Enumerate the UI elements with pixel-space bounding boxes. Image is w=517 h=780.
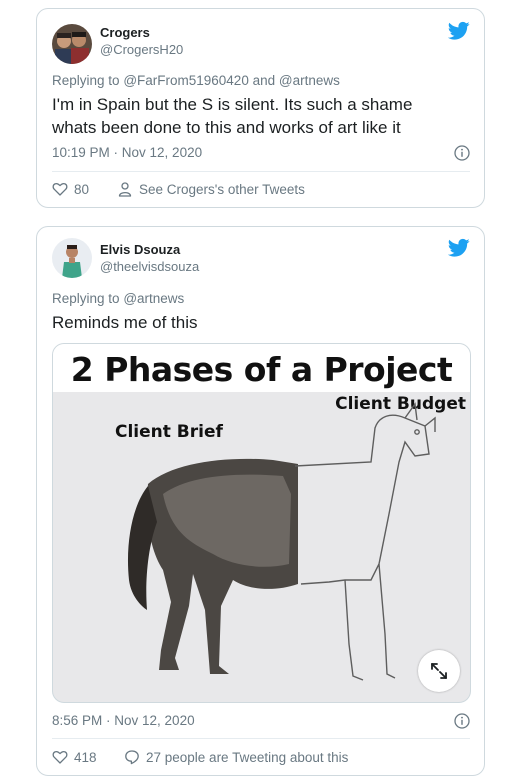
author-handle[interactable]: @CrogersH20 xyxy=(100,42,183,57)
info-icon[interactable] xyxy=(454,145,470,161)
like-button[interactable]: 80 xyxy=(52,181,89,197)
author-handle[interactable]: @theelvisdsouza xyxy=(100,259,199,274)
tweet-card[interactable]: Elvis Dsouza @theelvisdsouza Replying to… xyxy=(36,226,485,776)
expand-icon xyxy=(431,663,447,679)
mention-link[interactable]: @artnews xyxy=(279,73,340,88)
other-tweets-label: See Crogers's other Tweets xyxy=(139,181,305,197)
like-button[interactable]: 418 xyxy=(52,749,97,765)
reply-context: Replying to @FarFrom51960420 and @artnew… xyxy=(52,73,340,88)
author-name[interactable]: Crogers xyxy=(100,25,150,40)
tweet-text-line: whats been done to this and works of art… xyxy=(52,118,401,137)
twitter-bird-icon[interactable] xyxy=(448,238,470,258)
tweet-text: I'm in Spain but the S is silent. Its su… xyxy=(52,93,470,139)
horse-drawing xyxy=(127,402,436,681)
reply-join: and xyxy=(252,73,276,88)
timestamp[interactable]: 10:19 PM · Nov 12, 2020 xyxy=(52,145,202,160)
mention-link[interactable]: @FarFrom51960420 xyxy=(123,73,249,88)
expand-media-button[interactable] xyxy=(418,650,460,692)
reply-context: Replying to @artnews xyxy=(52,291,184,306)
author-name[interactable]: Elvis Dsouza xyxy=(100,242,180,257)
tweet-text: Reminds me of this xyxy=(52,311,470,334)
tweet-card[interactable]: Crogers @CrogersH20 Replying to @FarFrom… xyxy=(36,8,485,208)
mention-link[interactable]: @artnews xyxy=(123,291,184,306)
reply-prefix: Replying to xyxy=(52,291,120,306)
comment-bubble-icon xyxy=(125,750,139,765)
info-icon[interactable] xyxy=(454,713,470,729)
divider xyxy=(52,171,470,172)
heart-icon xyxy=(52,182,68,196)
person-icon xyxy=(118,182,132,197)
reply-prefix: Replying to xyxy=(52,73,120,88)
tweet-media-image[interactable]: 2 Phases of a Project Client Budget Clie… xyxy=(52,343,471,703)
twitter-bird-icon[interactable] xyxy=(448,21,470,41)
like-count: 418 xyxy=(74,749,97,765)
tweet-text-line: I'm in Spain but the S is silent. Its su… xyxy=(52,95,413,114)
heart-icon xyxy=(52,750,68,764)
tweet-text-line: Reminds me of this xyxy=(52,313,198,332)
timestamp[interactable]: 8:56 PM · Nov 12, 2020 xyxy=(52,713,195,728)
other-tweets-link[interactable]: See Crogers's other Tweets xyxy=(117,181,305,197)
avatar[interactable] xyxy=(52,24,92,64)
conversation-label: 27 people are Tweeting about this xyxy=(146,749,349,765)
avatar[interactable] xyxy=(52,238,92,278)
divider xyxy=(52,738,470,739)
like-count: 80 xyxy=(74,181,90,197)
conversation-link[interactable]: 27 people are Tweeting about this xyxy=(124,749,348,765)
